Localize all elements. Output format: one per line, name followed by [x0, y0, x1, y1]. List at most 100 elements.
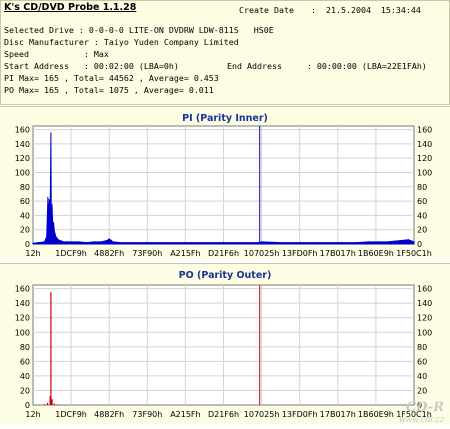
po-ytick-right: 100 — [417, 328, 432, 337]
po-chart: 0 020 2040 4060 6080 80100 100120 120140 140160 1… — [15, 284, 432, 419]
pi-ytick-right: 60 — [417, 197, 427, 206]
po-ytick-left: 40 — [20, 372, 30, 381]
pi-data-point — [70, 241, 72, 243]
po-ytick-right: 60 — [417, 357, 427, 366]
pi-ytick-left: 20 — [20, 226, 30, 235]
po-ytick-left: 80 — [20, 343, 30, 352]
pi-data-point — [54, 233, 56, 235]
pi-data-point — [50, 132, 52, 134]
po-ytick-right: 140 — [417, 299, 432, 308]
pi-xtick-label: 12h — [25, 249, 40, 258]
pi-ytick-left: 160 — [15, 126, 30, 135]
pi-data-point — [52, 221, 55, 224]
pi-xtick-label: A215Fh — [170, 249, 200, 258]
pi-data-point — [59, 239, 61, 242]
end-address-line: End Address : 00:00:00 (LBA=22E1FAh) — [227, 61, 427, 71]
pi-ytick-left: 40 — [20, 211, 30, 220]
po-ytick-left: 100 — [15, 328, 30, 337]
pi-data-point — [50, 218, 52, 220]
po-ytick-right: 160 — [417, 285, 432, 294]
create-date-label: Create Date — [239, 5, 294, 15]
pi-data-point — [78, 241, 80, 243]
po-xtick-label: 73F90h — [132, 410, 162, 419]
pi-data-point — [257, 241, 259, 244]
pi-data-point — [280, 241, 282, 244]
pi-data-point — [413, 241, 415, 243]
po-xtick-label: D21F6h — [208, 410, 239, 419]
po-stats-line: PO Max= 165 , Total= 1075 , Average= 0.0… — [4, 85, 214, 95]
create-date-value: : 21.5.2004 15:34:44 — [311, 5, 421, 15]
pi-data-point — [66, 241, 68, 243]
po-ytick-right: 40 — [417, 372, 427, 381]
po-ytick-left: 120 — [15, 314, 30, 323]
po-ytick-left: 20 — [20, 386, 30, 395]
pi-data-point — [51, 204, 53, 206]
pi-stats-line: PI Max= 165 , Total= 44562 , Average= 0.… — [4, 73, 219, 83]
pi-data-point — [261, 241, 263, 243]
pi-data-point — [32, 242, 34, 244]
pi-chart: 0 0 20 20 40 40 60 60 80 80 100 100 120 120 140 140 160 1… — [15, 125, 432, 258]
pi-data-point — [106, 239, 108, 242]
pi-data-point — [318, 241, 320, 244]
pi-data-point — [60, 240, 63, 242]
pi-data-point — [108, 238, 110, 240]
pi-data-point — [394, 240, 396, 242]
po-chart-panel: PO (Parity Outer) 0 0 20 20 40 40 60 60 80 80 100 1… — [0, 263, 450, 425]
pi-ytick-left: 80 — [20, 183, 30, 192]
pi-data-point — [112, 241, 114, 243]
pi-data-point — [337, 241, 339, 244]
pi-data-point — [48, 214, 50, 216]
pi-ytick-right: 0 — [417, 240, 422, 249]
info-panel: K's CD/DVD Probe 1.1.28 Create Date : 21… — [0, 0, 450, 105]
pi-data-point — [299, 241, 301, 244]
pi-data-point — [165, 241, 167, 244]
pi-xtick-label: 13FD0Fh — [282, 249, 318, 258]
pi-data-point — [386, 241, 388, 243]
pi-ytick-right: 120 — [417, 154, 432, 163]
po-ytick-right: 120 — [417, 314, 432, 323]
po-ytick-right: 20 — [417, 386, 427, 395]
po-ytick-left: 140 — [15, 299, 30, 308]
po-ytick-right: 80 — [417, 343, 427, 352]
pi-data-point — [57, 239, 59, 241]
pi-data-point — [120, 241, 122, 244]
pi-data-point — [93, 241, 95, 243]
po-xtick-label: 1DCF9h — [55, 410, 87, 419]
pi-ytick-right: 160 — [417, 126, 432, 135]
po-ytick-left: 160 — [15, 285, 30, 294]
pi-data-point — [85, 241, 87, 244]
pi-ytick-left: 140 — [15, 140, 30, 149]
po-ytick-left: 0 — [25, 401, 30, 410]
pi-data-point — [401, 239, 404, 242]
start-address-line: Start Address : 00:02:00 (LBA=0h) — [4, 61, 179, 71]
pi-data-point — [146, 241, 148, 244]
pi-data-point — [46, 236, 48, 238]
pi-ytick-right: 20 — [417, 226, 427, 235]
pi-data-point — [56, 237, 58, 239]
app-title: K's CD/DVD Probe 1.1.28 — [4, 2, 137, 13]
pi-data-point — [52, 225, 54, 227]
pi-xtick-label: 1F50C1h — [396, 249, 432, 258]
po-xtick-label: 107025h — [244, 410, 280, 419]
pi-data-point — [131, 241, 133, 244]
pi-ytick-right: 80 — [417, 183, 427, 192]
po-xtick-label: 4882Fh — [94, 410, 124, 419]
pi-data-point — [184, 241, 186, 244]
pi-data-point — [356, 241, 358, 244]
pi-data-point — [53, 230, 55, 232]
speed-line: Speed : Max — [4, 49, 109, 59]
pi-data-point — [375, 241, 377, 243]
pi-data-point — [62, 241, 65, 243]
pi-data-point — [407, 239, 409, 241]
pi-data-point — [241, 241, 244, 244]
pi-data-point — [47, 196, 49, 199]
pi-xtick-label: 73F90h — [132, 249, 162, 258]
pi-data-point — [38, 241, 40, 244]
watermark-logo: CD-R — [405, 400, 444, 415]
pi-ytick-right: 140 — [417, 140, 432, 149]
po-chart-title: PO (Parity Outer) — [178, 270, 272, 281]
pi-xtick-label: D21F6h — [208, 249, 239, 258]
pi-data-point — [110, 239, 112, 242]
po-xtick-label: 17B017h — [320, 410, 356, 419]
po-ytick-left: 60 — [20, 357, 30, 366]
